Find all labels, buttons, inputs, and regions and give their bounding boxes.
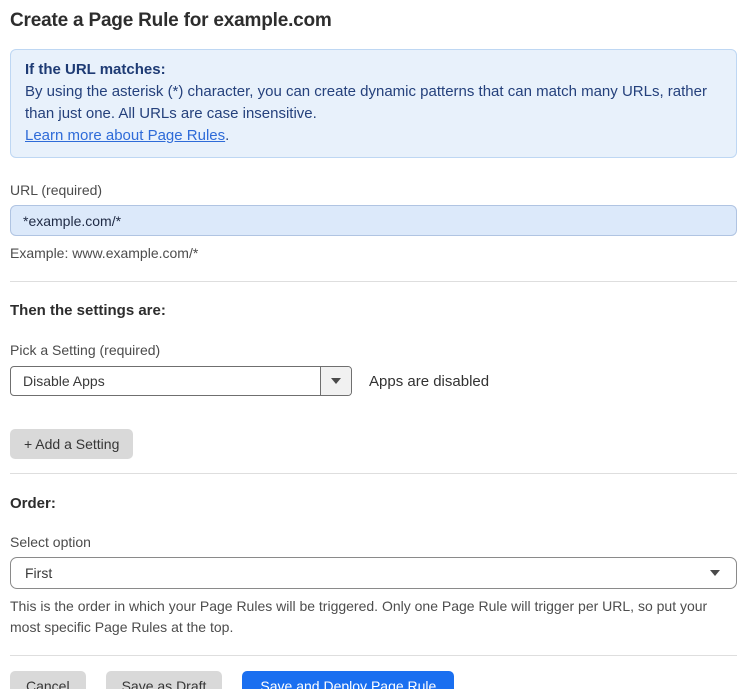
setting-status-text: Apps are disabled — [369, 372, 490, 390]
url-field-label: URL (required) — [10, 182, 103, 198]
info-box-heading: If the URL matches: — [25, 61, 166, 78]
order-select-value: First — [25, 565, 53, 581]
divider — [10, 281, 737, 282]
order-select-label: Select option — [10, 534, 91, 550]
setting-dropdown[interactable]: Disable Apps — [10, 366, 352, 396]
info-box-body: By using the asterisk (*) character, you… — [25, 83, 707, 122]
divider — [10, 655, 737, 656]
order-helper-text: This is the order in which your Page Rul… — [10, 598, 708, 635]
footer-actions: Cancel Save as Draft Save and Deploy Pag… — [10, 671, 737, 689]
setting-dropdown-arrow-button[interactable] — [320, 367, 351, 395]
setting-dropdown-value: Disable Apps — [23, 373, 105, 389]
learn-more-link[interactable]: Learn more about Page Rules — [25, 127, 225, 144]
cancel-button[interactable]: Cancel — [10, 671, 86, 689]
url-match-info-box: If the URL matches: By using the asteris… — [10, 49, 737, 158]
url-input[interactable] — [10, 205, 737, 236]
page-rule-form: Create a Page Rule for example.com If th… — [0, 0, 750, 689]
save-draft-button[interactable]: Save as Draft — [105, 671, 223, 689]
page-title: Create a Page Rule for example.com — [10, 10, 332, 31]
caret-down-icon — [331, 378, 341, 384]
url-example-helper: Example: www.example.com/* — [10, 245, 199, 261]
info-box-link-line: Learn more about Page Rules. — [25, 125, 722, 147]
order-select[interactable]: First — [10, 557, 737, 589]
link-suffix: . — [225, 127, 230, 144]
caret-down-icon — [710, 570, 720, 576]
settings-section-heading: Then the settings are: — [10, 302, 166, 319]
order-section-heading: Order: — [10, 495, 56, 512]
add-setting-button[interactable]: + Add a Setting — [10, 429, 134, 459]
divider — [10, 473, 737, 474]
save-deploy-button[interactable]: Save and Deploy Page Rule — [242, 671, 455, 689]
pick-setting-label: Pick a Setting (required) — [10, 342, 161, 358]
setting-row: Disable Apps Apps are disabled — [10, 366, 737, 396]
